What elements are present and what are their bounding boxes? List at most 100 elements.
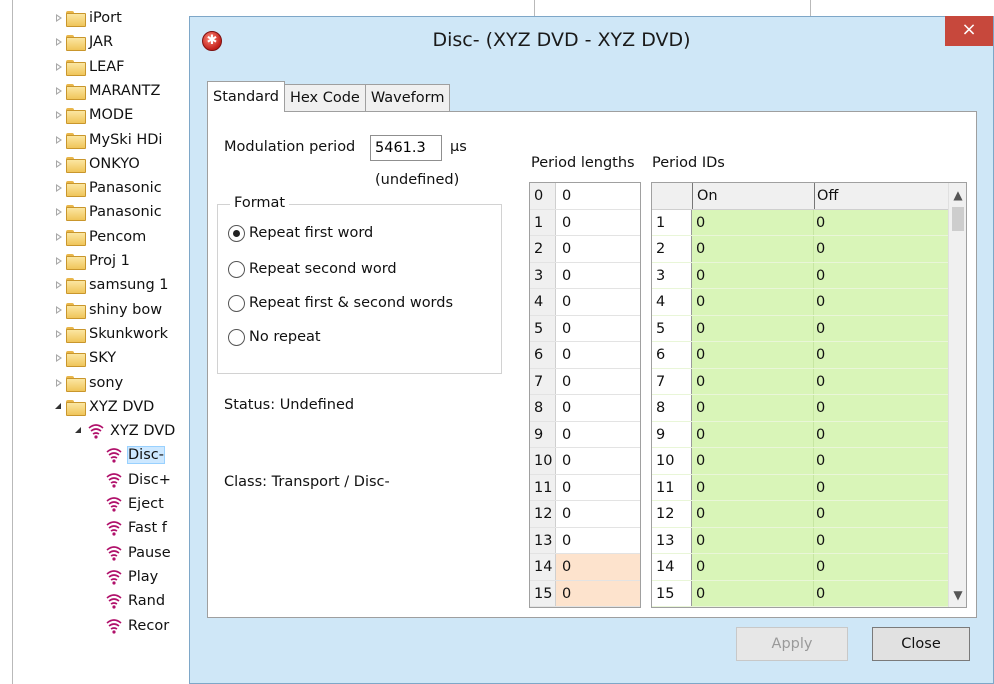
- tree-item[interactable]: sony: [52, 373, 123, 393]
- tree-item[interactable]: iPort: [52, 8, 122, 28]
- period-id-off[interactable]: 0: [814, 421, 948, 447]
- period-length-row[interactable]: 20: [530, 236, 640, 263]
- period-length-row[interactable]: 10 0: [530, 448, 640, 475]
- period-id-on[interactable]: 0: [692, 421, 814, 447]
- period-id-row[interactable]: 100: [652, 209, 948, 236]
- tree-item[interactable]: ONKYO: [52, 154, 140, 174]
- dialog-title-bar[interactable]: ✱ Disc- (XYZ DVD - XYZ DVD) ×: [190, 16, 993, 67]
- collapsed-arrow-icon[interactable]: [52, 227, 66, 247]
- tree-item[interactable]: JAR: [52, 32, 113, 52]
- collapsed-arrow-icon[interactable]: [52, 130, 66, 150]
- period-id-off[interactable]: 0: [814, 554, 948, 580]
- tree-item[interactable]: Pause: [104, 543, 171, 563]
- tree-item[interactable]: Panasonic: [52, 202, 162, 222]
- tree-item[interactable]: Fast f: [104, 518, 167, 538]
- tab-standard[interactable]: Standard: [207, 81, 285, 112]
- period-length-row[interactable]: 40: [530, 289, 640, 316]
- close-button[interactable]: Close: [872, 627, 970, 661]
- period-length-row[interactable]: 80: [530, 395, 640, 422]
- period-id-off[interactable]: 0: [814, 209, 948, 235]
- tree-item[interactable]: SKY: [52, 348, 116, 368]
- period-id-off[interactable]: 0: [814, 342, 948, 368]
- period-id-row[interactable]: 13 0 0: [652, 527, 948, 554]
- period-id-off[interactable]: 0: [814, 474, 948, 500]
- period-length-value[interactable]: 0: [556, 580, 640, 606]
- chevron-up-icon[interactable]: ▲: [949, 185, 966, 205]
- period-id-on[interactable]: 0: [692, 368, 814, 394]
- period-id-off[interactable]: 0: [814, 395, 948, 421]
- period-id-on[interactable]: 0: [692, 209, 814, 235]
- period-ids-grid[interactable]: On Off 1 0 0 2 0 0 3 0 0 4 0 0 5 0 0 6 0 0 7 0 0 8 0 0 9 0 0 10 0 0 11…: [651, 182, 967, 608]
- period-id-row[interactable]: 500: [652, 315, 948, 342]
- period-id-off[interactable]: 0: [814, 262, 948, 288]
- collapsed-arrow-icon[interactable]: [52, 57, 66, 77]
- period-id-off[interactable]: 0: [814, 368, 948, 394]
- radio-repeat-second-word[interactable]: Repeat second word: [228, 258, 397, 280]
- period-length-value[interactable]: 0: [556, 528, 640, 554]
- radio-button-icon[interactable]: [228, 294, 245, 312]
- period-length-row[interactable]: 60: [530, 342, 640, 369]
- period-length-value[interactable]: 0: [556, 369, 640, 395]
- period-id-on[interactable]: 0: [692, 289, 814, 315]
- radio-no-repeat[interactable]: No repeat: [228, 326, 321, 348]
- period-length-row[interactable]: 90: [530, 421, 640, 448]
- radio-button-icon[interactable]: [228, 224, 245, 242]
- collapsed-arrow-icon[interactable]: [52, 32, 66, 52]
- close-window-button[interactable]: ×: [945, 16, 993, 46]
- collapsed-arrow-icon[interactable]: [52, 251, 66, 271]
- period-id-off[interactable]: 0: [814, 501, 948, 527]
- tree-item[interactable]: MARANTZ: [52, 81, 160, 101]
- radio-repeat-first-second-words[interactable]: Repeat first & second words: [228, 292, 453, 314]
- period-length-value[interactable]: 0: [556, 475, 640, 501]
- tree-item[interactable]: Skunkwork: [52, 324, 168, 344]
- tree-item[interactable]: Recor: [104, 616, 169, 636]
- expanded-arrow-icon[interactable]: [72, 421, 86, 441]
- tree-item[interactable]: Disc-: [104, 445, 165, 465]
- period-length-value[interactable]: 0: [556, 395, 640, 421]
- tree-item[interactable]: MySki HDi: [52, 130, 162, 150]
- period-length-row[interactable]: 15 0: [530, 580, 640, 607]
- tree-item[interactable]: XYZ DVD: [52, 397, 154, 417]
- period-id-off[interactable]: 0: [814, 315, 948, 341]
- period-length-value[interactable]: 0: [556, 236, 640, 262]
- period-id-row[interactable]: 700: [652, 368, 948, 395]
- period-id-row[interactable]: 14 0 0: [652, 554, 948, 581]
- period-length-row[interactable]: 00: [530, 183, 640, 210]
- collapsed-arrow-icon[interactable]: [52, 324, 66, 344]
- chevron-down-icon[interactable]: ▼: [949, 585, 966, 605]
- period-length-row[interactable]: 50: [530, 315, 640, 342]
- tree-item[interactable]: Eject: [104, 494, 164, 514]
- collapsed-arrow-icon[interactable]: [52, 154, 66, 174]
- tree-item[interactable]: MODE: [52, 105, 133, 125]
- tree-item[interactable]: shiny bow: [52, 300, 162, 320]
- collapsed-arrow-icon[interactable]: [52, 300, 66, 320]
- period-id-on[interactable]: 0: [692, 315, 814, 341]
- period-id-on[interactable]: 0: [692, 580, 814, 606]
- radio-repeat-first-word[interactable]: Repeat first word: [228, 222, 373, 244]
- period-id-off[interactable]: 0: [814, 236, 948, 262]
- period-id-row[interactable]: 900: [652, 421, 948, 448]
- period-id-on[interactable]: 0: [692, 474, 814, 500]
- collapsed-arrow-icon[interactable]: [52, 105, 66, 125]
- tree-item[interactable]: Panasonic: [52, 178, 162, 198]
- period-id-row[interactable]: 800: [652, 395, 948, 422]
- period-id-row[interactable]: 12 0 0: [652, 501, 948, 528]
- period-length-row[interactable]: 14 0: [530, 554, 640, 581]
- period-length-value[interactable]: 0: [556, 263, 640, 289]
- period-id-row[interactable]: 600: [652, 342, 948, 369]
- radio-button-icon[interactable]: [228, 328, 245, 346]
- period-id-row[interactable]: 400: [652, 289, 948, 316]
- collapsed-arrow-icon[interactable]: [52, 178, 66, 198]
- modulation-period-input[interactable]: [370, 135, 442, 161]
- period-id-off[interactable]: 0: [814, 289, 948, 315]
- period-length-value[interactable]: 0: [556, 210, 640, 236]
- tree-item[interactable]: Play: [104, 567, 158, 587]
- collapsed-arrow-icon[interactable]: [52, 81, 66, 101]
- period-length-value[interactable]: 0: [556, 422, 640, 448]
- period-length-value[interactable]: 0: [556, 554, 640, 580]
- period-id-off[interactable]: 0: [814, 448, 948, 474]
- period-id-on[interactable]: 0: [692, 527, 814, 553]
- tree-item[interactable]: Disc+: [104, 470, 171, 490]
- tab-hex-code[interactable]: Hex Code: [283, 84, 366, 112]
- scroll-thumb[interactable]: [952, 207, 964, 231]
